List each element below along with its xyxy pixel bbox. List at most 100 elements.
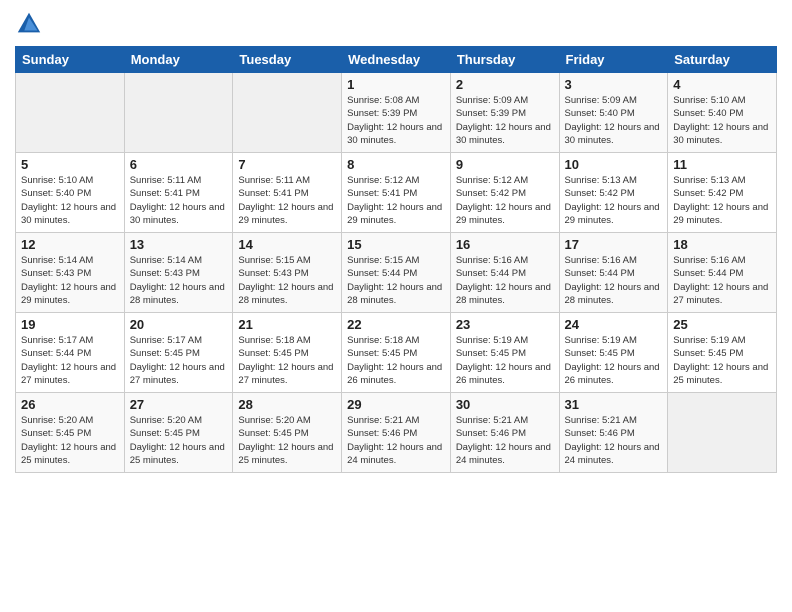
day-number: 26 bbox=[21, 397, 119, 412]
day-info: Sunrise: 5:21 AMSunset: 5:46 PMDaylight:… bbox=[347, 414, 445, 467]
day-number: 12 bbox=[21, 237, 119, 252]
day-info: Sunrise: 5:18 AMSunset: 5:45 PMDaylight:… bbox=[238, 334, 336, 387]
calendar-cell: 14 Sunrise: 5:15 AMSunset: 5:43 PMDayligh… bbox=[233, 233, 342, 313]
day-number: 9 bbox=[456, 157, 554, 172]
header bbox=[15, 10, 777, 38]
calendar-cell: 21 Sunrise: 5:18 AMSunset: 5:45 PMDayligh… bbox=[233, 313, 342, 393]
day-info: Sunrise: 5:08 AMSunset: 5:39 PMDaylight:… bbox=[347, 94, 445, 147]
day-number: 14 bbox=[238, 237, 336, 252]
calendar-week-4: 19 Sunrise: 5:17 AMSunset: 5:44 PMDayligh… bbox=[16, 313, 777, 393]
calendar-cell: 25 Sunrise: 5:19 AMSunset: 5:45 PMDayligh… bbox=[668, 313, 777, 393]
day-info: Sunrise: 5:12 AMSunset: 5:42 PMDaylight:… bbox=[456, 174, 554, 227]
day-header-tuesday: Tuesday bbox=[233, 47, 342, 73]
day-number: 8 bbox=[347, 157, 445, 172]
calendar-cell: 9 Sunrise: 5:12 AMSunset: 5:42 PMDaylight… bbox=[450, 153, 559, 233]
day-number: 3 bbox=[565, 77, 663, 92]
day-number: 4 bbox=[673, 77, 771, 92]
day-number: 31 bbox=[565, 397, 663, 412]
day-number: 30 bbox=[456, 397, 554, 412]
day-info: Sunrise: 5:09 AMSunset: 5:40 PMDaylight:… bbox=[565, 94, 663, 147]
calendar-cell: 23Sunrise: 5:19 AMSunset: 5:45 PMDayligh… bbox=[450, 313, 559, 393]
day-number: 22 bbox=[347, 317, 445, 332]
day-header-monday: Monday bbox=[124, 47, 233, 73]
day-info: Sunrise: 5:19 AMSunset: 5:45 PMDaylight:… bbox=[565, 334, 663, 387]
page-container: SundayMondayTuesdayWednesdayThursdayFrid… bbox=[0, 0, 792, 483]
day-number: 18 bbox=[673, 237, 771, 252]
day-info: Sunrise: 5:13 AMSunset: 5:42 PMDaylight:… bbox=[565, 174, 663, 227]
calendar-cell: 27 Sunrise: 5:20 AMSunset: 5:45 PMDayligh… bbox=[124, 393, 233, 473]
day-info: Sunrise: 5:21 AMSunset: 5:46 PMDaylight:… bbox=[565, 414, 663, 467]
day-info: Sunrise: 5:20 AMSunset: 5:45 PMDaylight:… bbox=[21, 414, 119, 467]
calendar-cell: 19 Sunrise: 5:17 AMSunset: 5:44 PMDayligh… bbox=[16, 313, 125, 393]
day-number: 15 bbox=[347, 237, 445, 252]
day-number: 16 bbox=[456, 237, 554, 252]
day-info: Sunrise: 5:10 AMSunset: 5:40 PMDaylight:… bbox=[673, 94, 771, 147]
day-number: 20 bbox=[130, 317, 228, 332]
calendar-cell: 26 Sunrise: 5:20 AMSunset: 5:45 PMDayligh… bbox=[16, 393, 125, 473]
day-number: 21 bbox=[238, 317, 336, 332]
calendar-cell: 5Sunrise: 5:10 AMSunset: 5:40 PMDaylight… bbox=[16, 153, 125, 233]
day-header-thursday: Thursday bbox=[450, 47, 559, 73]
calendar-cell: 16 Sunrise: 5:16 AMSunset: 5:44 PMDayligh… bbox=[450, 233, 559, 313]
calendar-cell: 24 Sunrise: 5:19 AMSunset: 5:45 PMDayligh… bbox=[559, 313, 668, 393]
calendar-cell: 10Sunrise: 5:13 AMSunset: 5:42 PMDayligh… bbox=[559, 153, 668, 233]
calendar-table: SundayMondayTuesdayWednesdayThursdayFrid… bbox=[15, 46, 777, 473]
calendar-cell: 28 Sunrise: 5:20 AMSunset: 5:45 PMDayligh… bbox=[233, 393, 342, 473]
calendar-cell: 20Sunrise: 5:17 AMSunset: 5:45 PMDayligh… bbox=[124, 313, 233, 393]
day-number: 27 bbox=[130, 397, 228, 412]
day-info: Sunrise: 5:15 AMSunset: 5:43 PMDaylight:… bbox=[238, 254, 336, 307]
calendar-cell: 1 Sunrise: 5:08 AMSunset: 5:39 PMDaylight… bbox=[342, 73, 451, 153]
calendar-cell: 29 Sunrise: 5:21 AMSunset: 5:46 PMDayligh… bbox=[342, 393, 451, 473]
day-number: 1 bbox=[347, 77, 445, 92]
calendar-cell bbox=[16, 73, 125, 153]
day-info: Sunrise: 5:11 AMSunset: 5:41 PMDaylight:… bbox=[238, 174, 336, 227]
day-header-saturday: Saturday bbox=[668, 47, 777, 73]
day-info: Sunrise: 5:16 AMSunset: 5:44 PMDaylight:… bbox=[456, 254, 554, 307]
day-number: 5 bbox=[21, 157, 119, 172]
day-info: Sunrise: 5:16 AMSunset: 5:44 PMDaylight:… bbox=[565, 254, 663, 307]
day-header-friday: Friday bbox=[559, 47, 668, 73]
day-info: Sunrise: 5:12 AMSunset: 5:41 PMDaylight:… bbox=[347, 174, 445, 227]
day-number: 25 bbox=[673, 317, 771, 332]
day-info: Sunrise: 5:19 AMSunset: 5:45 PMDaylight:… bbox=[673, 334, 771, 387]
calendar-cell: 8 Sunrise: 5:12 AMSunset: 5:41 PMDaylight… bbox=[342, 153, 451, 233]
calendar-week-1: 1 Sunrise: 5:08 AMSunset: 5:39 PMDaylight… bbox=[16, 73, 777, 153]
day-number: 13 bbox=[130, 237, 228, 252]
day-info: Sunrise: 5:13 AMSunset: 5:42 PMDaylight:… bbox=[673, 174, 771, 227]
calendar-cell: 17 Sunrise: 5:16 AMSunset: 5:44 PMDayligh… bbox=[559, 233, 668, 313]
calendar-week-3: 12Sunrise: 5:14 AMSunset: 5:43 PMDayligh… bbox=[16, 233, 777, 313]
day-number: 11 bbox=[673, 157, 771, 172]
calendar-cell bbox=[233, 73, 342, 153]
day-info: Sunrise: 5:21 AMSunset: 5:46 PMDaylight:… bbox=[456, 414, 554, 467]
day-number: 2 bbox=[456, 77, 554, 92]
calendar-week-2: 5Sunrise: 5:10 AMSunset: 5:40 PMDaylight… bbox=[16, 153, 777, 233]
calendar-cell: 22 Sunrise: 5:18 AMSunset: 5:45 PMDayligh… bbox=[342, 313, 451, 393]
day-info: Sunrise: 5:20 AMSunset: 5:45 PMDaylight:… bbox=[130, 414, 228, 467]
day-number: 28 bbox=[238, 397, 336, 412]
day-info: Sunrise: 5:20 AMSunset: 5:45 PMDaylight:… bbox=[238, 414, 336, 467]
calendar-cell: 15 Sunrise: 5:15 AMSunset: 5:44 PMDayligh… bbox=[342, 233, 451, 313]
calendar-cell: 4 Sunrise: 5:10 AMSunset: 5:40 PMDaylight… bbox=[668, 73, 777, 153]
day-info: Sunrise: 5:17 AMSunset: 5:44 PMDaylight:… bbox=[21, 334, 119, 387]
day-info: Sunrise: 5:15 AMSunset: 5:44 PMDaylight:… bbox=[347, 254, 445, 307]
calendar-cell: 6Sunrise: 5:11 AMSunset: 5:41 PMDaylight… bbox=[124, 153, 233, 233]
calendar-cell: 11 Sunrise: 5:13 AMSunset: 5:42 PMDayligh… bbox=[668, 153, 777, 233]
day-number: 19 bbox=[21, 317, 119, 332]
day-number: 29 bbox=[347, 397, 445, 412]
day-number: 24 bbox=[565, 317, 663, 332]
day-header-wednesday: Wednesday bbox=[342, 47, 451, 73]
calendar-week-5: 26 Sunrise: 5:20 AMSunset: 5:45 PMDayligh… bbox=[16, 393, 777, 473]
logo bbox=[15, 10, 47, 38]
day-info: Sunrise: 5:11 AMSunset: 5:41 PMDaylight:… bbox=[130, 174, 228, 227]
calendar-cell: 12Sunrise: 5:14 AMSunset: 5:43 PMDayligh… bbox=[16, 233, 125, 313]
day-number: 7 bbox=[238, 157, 336, 172]
calendar-header-row: SundayMondayTuesdayWednesdayThursdayFrid… bbox=[16, 47, 777, 73]
day-info: Sunrise: 5:18 AMSunset: 5:45 PMDaylight:… bbox=[347, 334, 445, 387]
calendar-cell: 2 Sunrise: 5:09 AMSunset: 5:39 PMDaylight… bbox=[450, 73, 559, 153]
calendar-cell: 7 Sunrise: 5:11 AMSunset: 5:41 PMDaylight… bbox=[233, 153, 342, 233]
calendar-cell bbox=[668, 393, 777, 473]
day-info: Sunrise: 5:16 AMSunset: 5:44 PMDaylight:… bbox=[673, 254, 771, 307]
calendar-cell: 18 Sunrise: 5:16 AMSunset: 5:44 PMDayligh… bbox=[668, 233, 777, 313]
day-info: Sunrise: 5:09 AMSunset: 5:39 PMDaylight:… bbox=[456, 94, 554, 147]
day-number: 17 bbox=[565, 237, 663, 252]
